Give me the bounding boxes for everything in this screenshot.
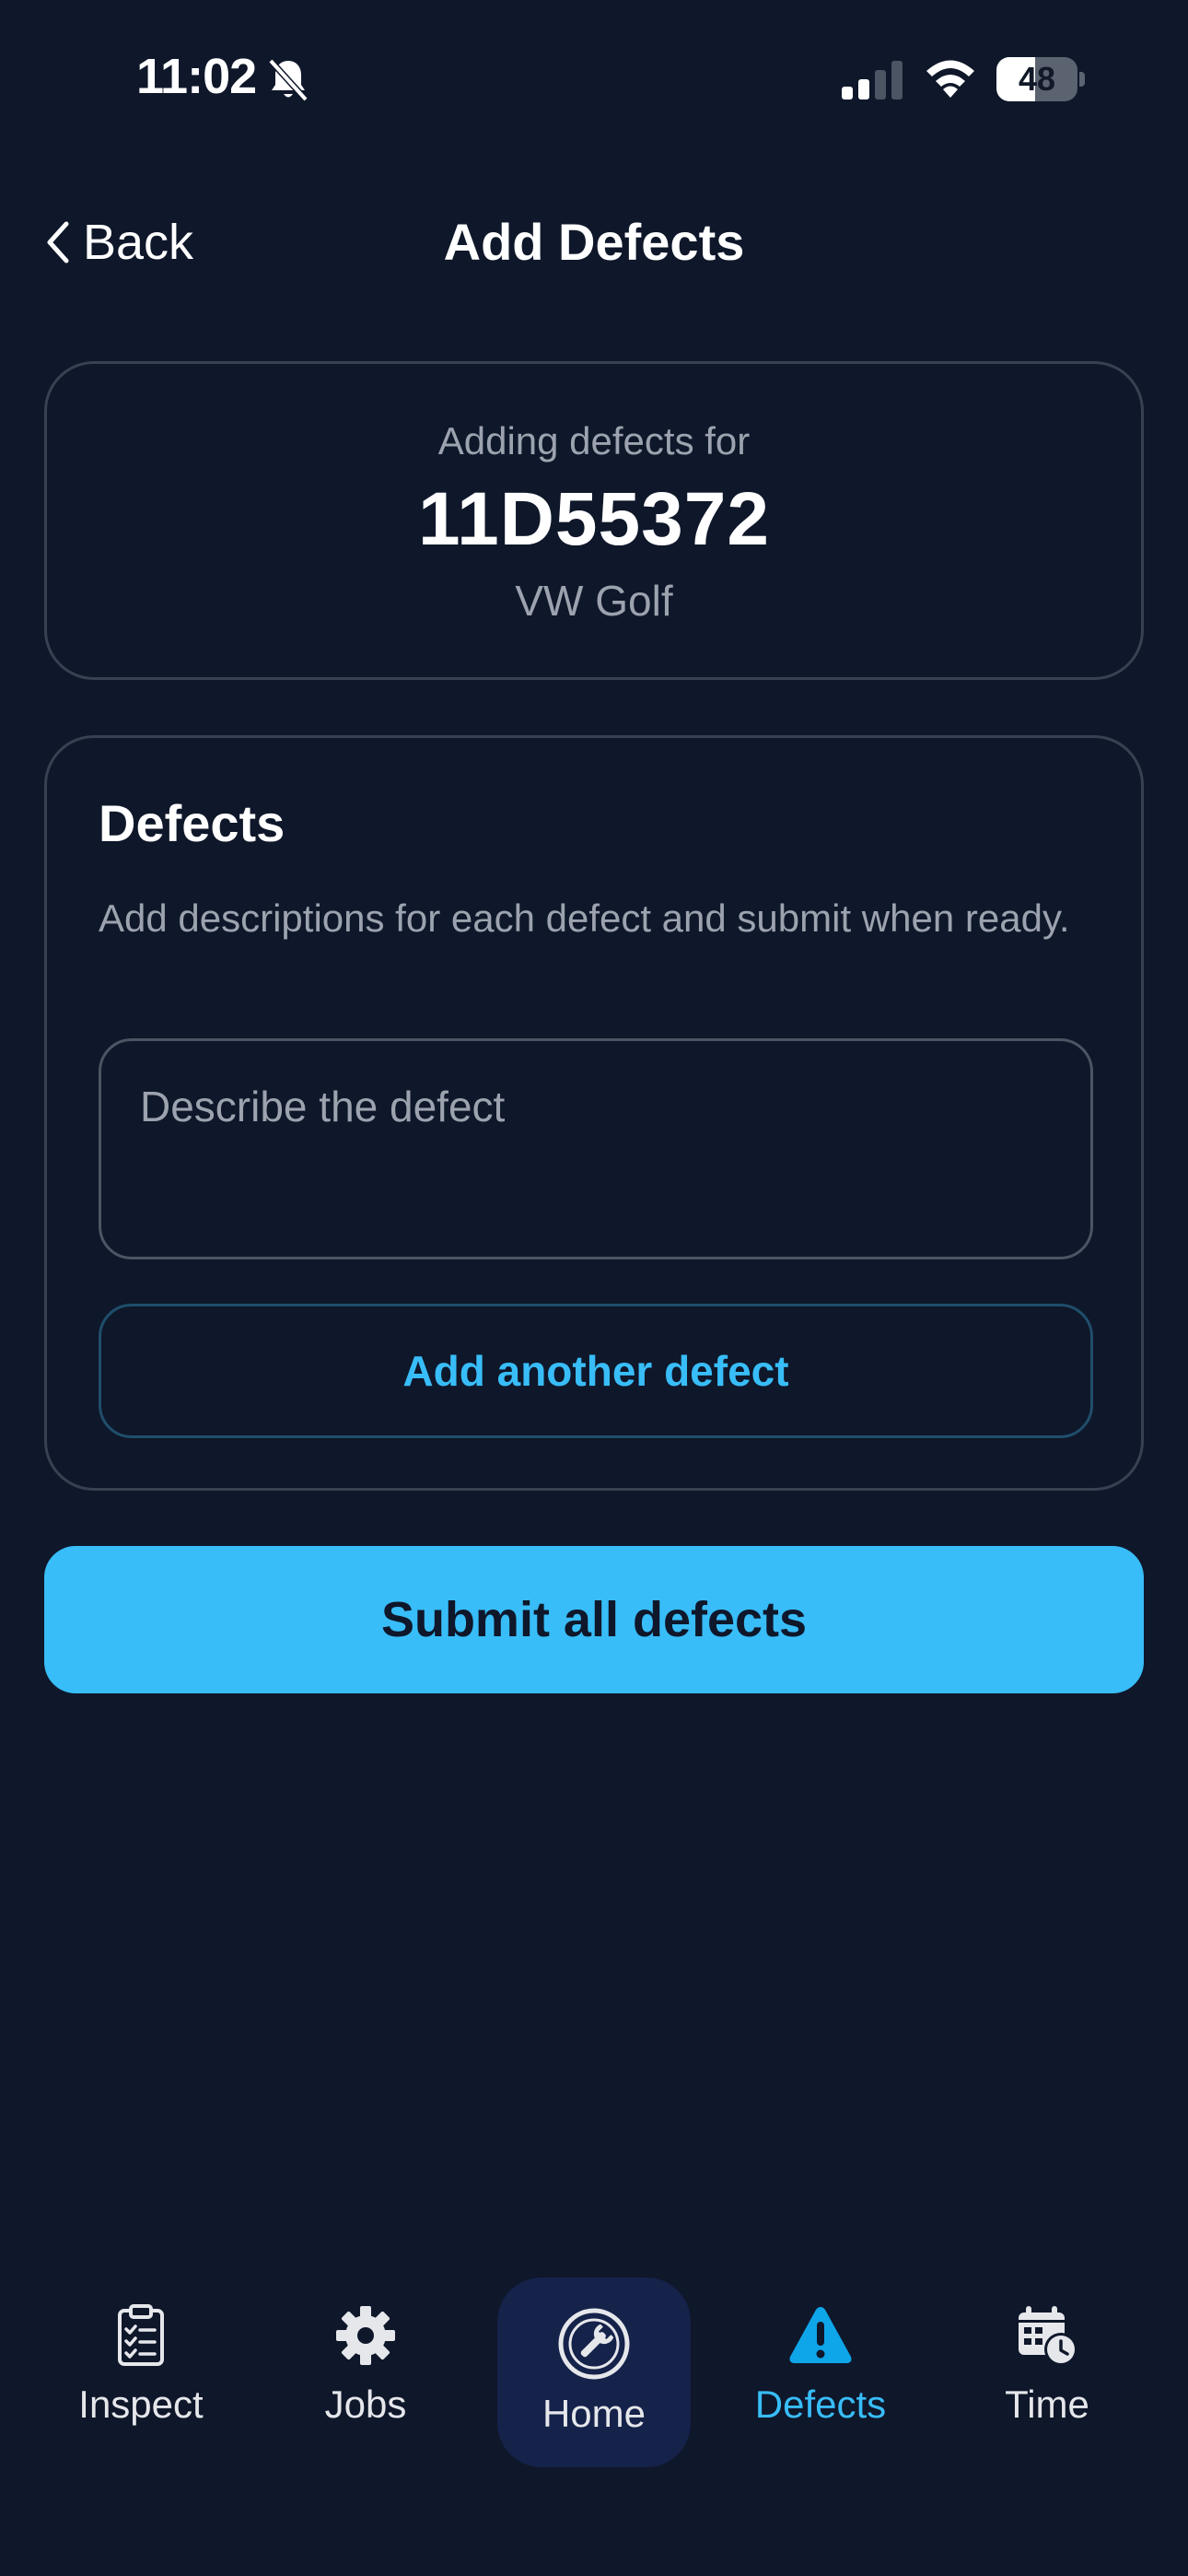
wifi-icon xyxy=(926,60,974,98)
submit-all-defects-button[interactable]: Submit all defects xyxy=(44,1546,1144,1693)
battery-icon: 48 xyxy=(996,57,1085,101)
tab-jobs[interactable]: Jobs xyxy=(269,2266,462,2460)
add-defects-screen: 11:02 48 Add Defects Back Adding defects… xyxy=(0,0,1188,2576)
tab-jobs-label: Jobs xyxy=(324,2383,407,2426)
tab-time[interactable]: Time xyxy=(950,2266,1144,2460)
nav-header: Add Defects Back xyxy=(0,184,1188,295)
status-time: 11:02 xyxy=(136,49,257,104)
vehicle-registration: 11D55372 xyxy=(418,477,770,561)
chevron-left-icon xyxy=(47,221,69,263)
battery-level: 48 xyxy=(1018,60,1056,98)
tab-home-label: Home xyxy=(542,2392,646,2435)
defects-card: Defects Add descriptions for each defect… xyxy=(44,735,1144,1491)
defects-heading: Defects xyxy=(99,794,285,852)
tab-inspect[interactable]: Inspect xyxy=(44,2266,238,2460)
add-another-defect-button[interactable]: Add another defect xyxy=(99,1304,1093,1438)
calendar-clock-icon xyxy=(1019,2306,1077,2366)
vehicle-card: Adding defects for 11D55372 VW Golf xyxy=(44,361,1144,680)
status-bar: 11:02 48 xyxy=(0,0,1188,157)
defect-description-input[interactable] xyxy=(99,1038,1093,1259)
defects-description: Add descriptions for each defect and sub… xyxy=(99,896,1070,940)
back-button[interactable]: Back xyxy=(44,210,193,275)
clipboard-checklist-icon xyxy=(118,2304,164,2366)
tab-defects-label: Defects xyxy=(754,2383,887,2426)
gear-icon xyxy=(336,2306,395,2365)
vehicle-subtitle: Adding defects for xyxy=(437,419,751,463)
signal-icon xyxy=(842,61,903,100)
warning-triangle-icon xyxy=(789,2307,852,2363)
back-label: Back xyxy=(83,215,194,270)
tab-inspect-label: Inspect xyxy=(78,2383,204,2426)
tab-time-label: Time xyxy=(1005,2383,1089,2426)
tab-bar: Inspect Jobs Home Defects Time xyxy=(0,2266,1188,2497)
tab-home[interactable]: Home xyxy=(497,2277,691,2467)
tab-defects[interactable]: Defects xyxy=(724,2266,917,2460)
wrench-circle-icon xyxy=(558,2308,630,2380)
vehicle-model: VW Golf xyxy=(515,577,673,625)
bell-off-icon xyxy=(268,58,309,102)
